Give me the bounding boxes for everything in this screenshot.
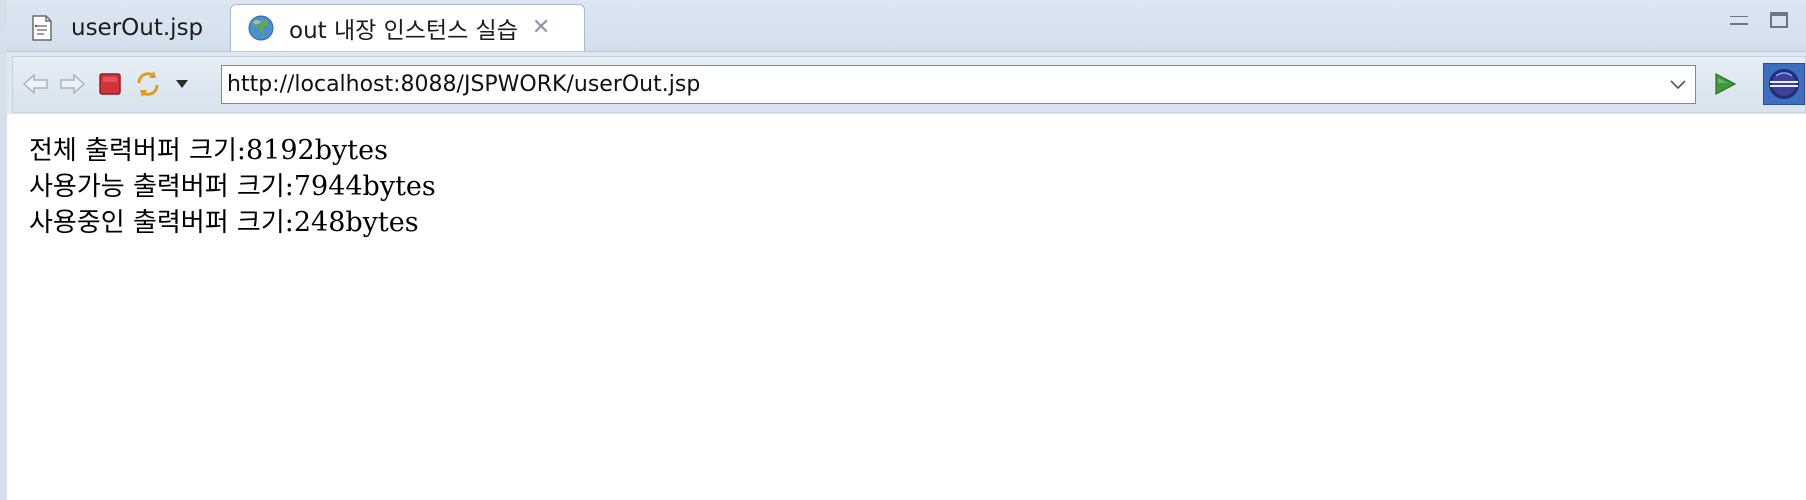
line-value: :8192bytes	[236, 135, 388, 166]
page-content: 전체 출력버퍼 크기:8192bytes 사용가능 출력버퍼 크기:7944by…	[7, 114, 1806, 500]
line-label: 사용중인 출력버퍼 크기	[29, 208, 285, 238]
window-controls	[1730, 12, 1788, 28]
back-arrow-icon[interactable]	[21, 69, 51, 99]
tab-bar: userOut.jsp out 내장 인스턴스 실습 ✕	[7, 0, 1806, 52]
browser-window: userOut.jsp out 내장 인스턴스 실습 ✕ http://loca…	[0, 0, 1806, 500]
used-buffer-line: 사용중인 출력버퍼 크기:248bytes	[29, 202, 419, 239]
forward-arrow-icon[interactable]	[57, 69, 87, 99]
tab-label: out 내장 인스턴스 실습	[289, 18, 518, 44]
line-value: :248bytes	[284, 207, 419, 238]
browser-toolbar	[12, 56, 1806, 113]
chevron-down-icon[interactable]	[1661, 66, 1695, 103]
dropdown-menu-icon[interactable]	[171, 69, 193, 99]
globe-icon	[247, 14, 275, 42]
jsp-file-icon	[29, 14, 57, 42]
eclipse-icon[interactable]	[1763, 63, 1805, 105]
total-buffer-line: 전체 출력버퍼 크기:8192bytes	[29, 130, 388, 167]
refresh-icon[interactable]	[133, 69, 163, 99]
go-icon[interactable]	[1710, 69, 1740, 99]
available-buffer-line: 사용가능 출력버퍼 크기:7944bytes	[29, 166, 436, 203]
line-value: :7944bytes	[284, 171, 436, 202]
url-bar[interactable]	[221, 65, 1696, 104]
maximize-icon[interactable]	[1770, 12, 1788, 28]
stop-icon[interactable]	[95, 69, 125, 99]
url-input[interactable]	[222, 66, 1661, 103]
tab-userout-jsp[interactable]: userOut.jsp	[19, 4, 234, 51]
close-icon[interactable]: ✕	[532, 17, 550, 39]
line-label: 사용가능 출력버퍼 크기	[29, 172, 285, 202]
minimize-icon[interactable]	[1730, 16, 1748, 25]
tab-label: userOut.jsp	[71, 14, 204, 41]
tab-out-instance[interactable]: out 내장 인스턴스 실습 ✕	[230, 4, 585, 51]
line-label: 전체 출력버퍼 크기	[29, 136, 237, 166]
